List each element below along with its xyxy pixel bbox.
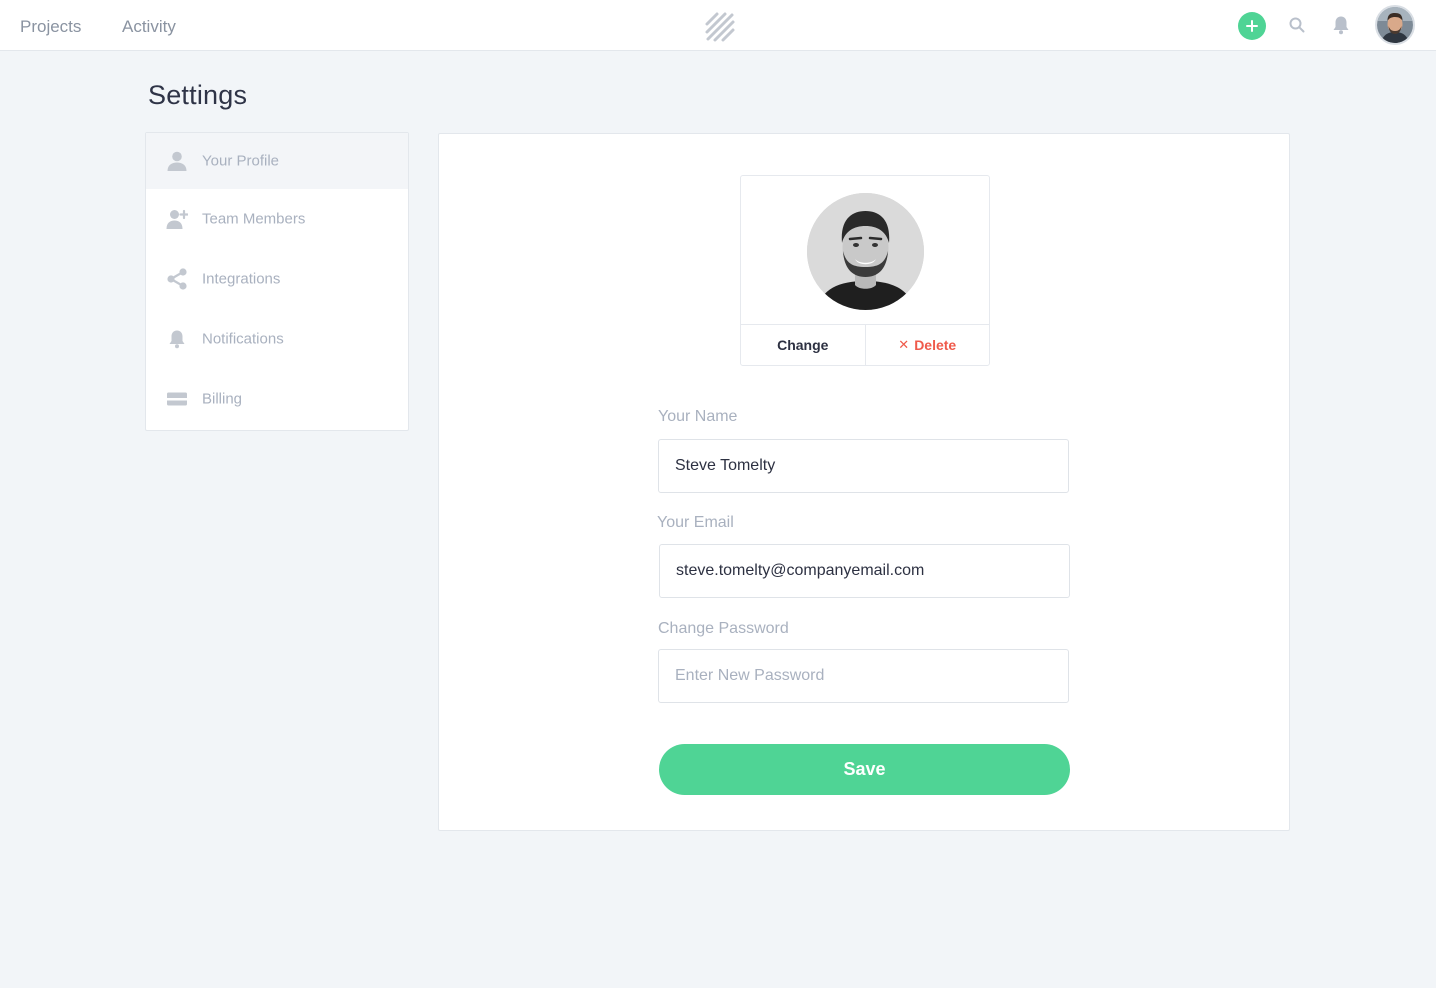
sidebar-item-label: Notifications — [202, 330, 284, 348]
add-button[interactable] — [1238, 12, 1266, 40]
sidebar-item-label: Team Members — [202, 210, 306, 228]
nav-activity-link[interactable]: Activity — [122, 17, 176, 37]
name-input[interactable] — [658, 439, 1069, 493]
plus-icon — [1246, 20, 1258, 32]
save-button[interactable]: Save — [659, 744, 1070, 795]
settings-sidebar: Your Profile Team Members Integrations N… — [145, 132, 409, 431]
profile-settings-card: Change ✕ Delete Your Name Your Email Cha… — [438, 133, 1290, 831]
page-title: Settings — [148, 80, 248, 110]
bell-icon — [166, 328, 188, 350]
credit-card-icon — [166, 388, 188, 410]
nav-projects-link[interactable]: Projects — [20, 17, 81, 37]
change-photo-button[interactable]: Change — [741, 325, 866, 365]
sidebar-item-team-members[interactable]: Team Members — [146, 189, 408, 249]
sidebar-item-your-profile[interactable]: Your Profile — [146, 133, 408, 189]
password-input[interactable] — [658, 649, 1069, 703]
profile-photo-box: Change ✕ Delete — [740, 175, 990, 366]
name-field-label: Your Name — [658, 408, 738, 425]
sidebar-item-billing[interactable]: Billing — [146, 369, 408, 429]
delete-photo-label: Delete — [914, 337, 957, 353]
close-icon: ✕ — [898, 337, 910, 352]
user-avatar[interactable] — [1375, 5, 1415, 45]
photo-actions: Change ✕ Delete — [741, 324, 989, 365]
password-field-label: Change Password — [658, 620, 789, 637]
sidebar-item-label: Billing — [202, 390, 243, 408]
change-photo-label: Change — [777, 337, 829, 353]
profile-photo — [807, 193, 924, 310]
sidebar-item-integrations[interactable]: Integrations — [146, 249, 408, 309]
sidebar-item-label: Integrations — [202, 270, 281, 288]
top-navigation-bar: Projects Activity — [0, 0, 1436, 51]
sidebar-item-label: Your Profile — [202, 152, 279, 170]
bell-icon[interactable] — [1332, 15, 1350, 35]
email-field-label: Your Email — [657, 514, 734, 531]
email-input[interactable] — [659, 544, 1070, 598]
search-icon[interactable] — [1289, 17, 1305, 33]
sidebar-item-notifications[interactable]: Notifications — [146, 309, 408, 369]
share-icon — [166, 268, 188, 290]
delete-photo-button[interactable]: ✕ Delete — [866, 325, 990, 365]
add-user-icon — [166, 208, 189, 230]
user-icon — [166, 150, 188, 172]
logo-icon[interactable] — [703, 10, 737, 44]
